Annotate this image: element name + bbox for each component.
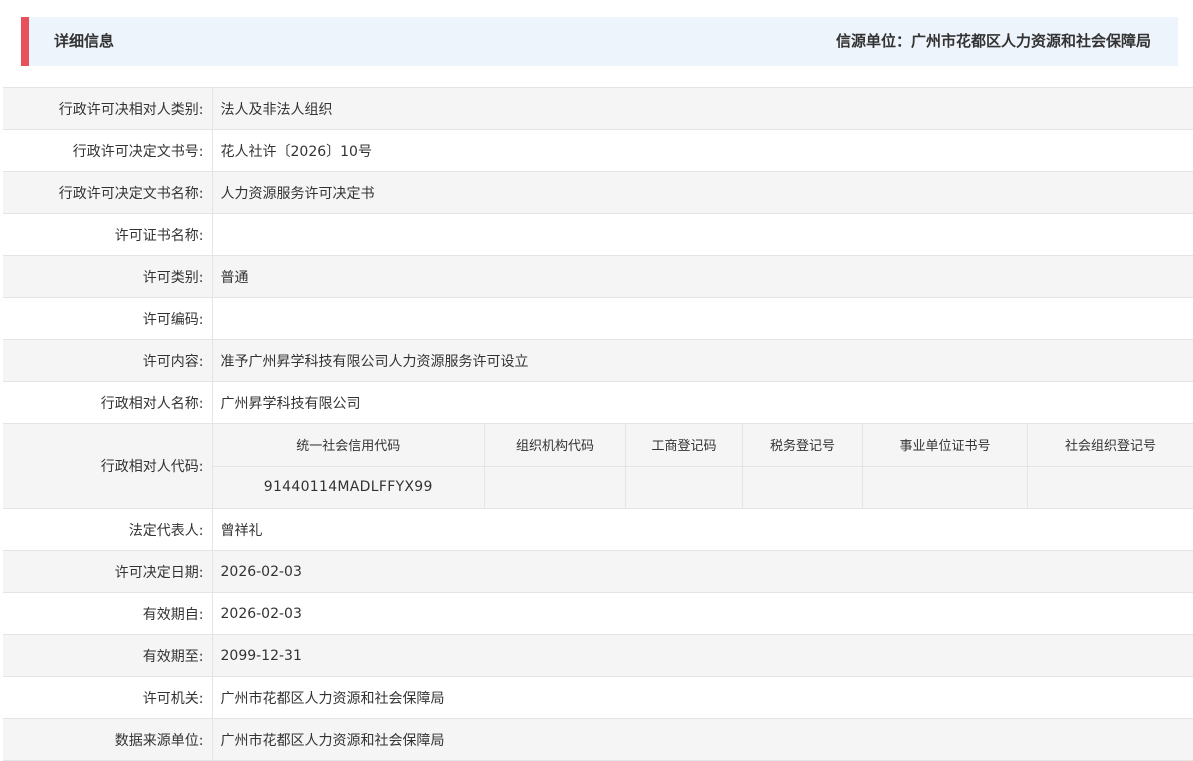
field-label: 许可机关: [3,676,213,719]
field-value: 普通 [212,255,1193,298]
field-value: 人力资源服务许可决定书 [212,171,1193,214]
field-label: 有效期自: [3,592,213,635]
field-label: 法定代表人: [3,508,213,551]
field-value: 广州市花都区人力资源和社会保障局 [212,676,1193,719]
code-cell: 统一社会信用代码 组织机构代码 工商登记码 税务登记号 事业单位证书号 社会组织… [212,423,1193,509]
code-table: 统一社会信用代码 组织机构代码 工商登记码 税务登记号 事业单位证书号 社会组织… [212,424,1193,508]
field-label: 行政许可决定文书号: [3,129,213,172]
field-label: 行政相对人名称: [3,381,213,424]
table-row: 许可内容: 准予广州昇学科技有限公司人力资源服务许可设立 [3,339,1193,382]
field-label: 数据来源单位: [3,718,213,761]
field-label: 行政相对人代码: [3,423,213,509]
table-row: 行政相对人名称: 广州昇学科技有限公司 [3,381,1193,424]
code-header: 统一社会信用代码 [212,424,485,467]
code-value [1027,465,1193,508]
field-label: 有效期至: [3,634,213,677]
field-value [212,213,1193,256]
field-value: 广州昇学科技有限公司 [212,381,1193,424]
detail-header: 详细信息 信源单位：广州市花都区人力资源和社会保障局 [21,17,1178,66]
table-row: 法定代表人: 曾祥礼 [3,508,1193,551]
field-value: 广州市花都区人力资源和社会保障局 [212,718,1193,761]
code-header-row: 统一社会信用代码 组织机构代码 工商登记码 税务登记号 事业单位证书号 社会组织… [212,424,1193,467]
table-row: 许可类别: 普通 [3,255,1193,298]
field-value: 准予广州昇学科技有限公司人力资源服务许可设立 [212,339,1193,382]
table-row: 许可机关: 广州市花都区人力资源和社会保障局 [3,676,1193,719]
header-accent-bar [21,17,29,66]
code-value [742,465,863,508]
field-label: 许可类别: [3,255,213,298]
field-label: 行政许可决定文书名称: [3,171,213,214]
field-label: 许可决定日期: [3,550,213,593]
field-label: 许可证书名称: [3,213,213,256]
table-row: 数据来源单位: 广州市花都区人力资源和社会保障局 [3,718,1193,761]
code-value-row: 91440114MADLFFYX99 [212,465,1193,508]
field-value: 2026-02-03 [212,592,1193,635]
code-value [484,465,626,508]
table-row-codes: 行政相对人代码: 统一社会信用代码 组织机构代码 工商登记码 税务登记号 事业单… [3,423,1193,509]
table-row: 许可证书名称: [3,213,1193,256]
header-title: 详细信息 [54,32,115,50]
code-header: 工商登记码 [625,424,743,467]
table-row: 有效期至: 2099-12-31 [3,634,1193,677]
field-label: 行政许可决相对人类别: [3,87,213,130]
detail-table: 行政许可决相对人类别: 法人及非法人组织 行政许可决定文书号: 花人社许〔202… [3,87,1193,761]
table-row: 行政许可决相对人类别: 法人及非法人组织 [3,87,1193,130]
table-row: 许可决定日期: 2026-02-03 [3,550,1193,593]
code-header: 组织机构代码 [484,424,626,467]
table-row: 行政许可决定文书名称: 人力资源服务许可决定书 [3,171,1193,214]
code-value [862,465,1028,508]
header-source-unit: 信源单位：广州市花都区人力资源和社会保障局 [835,32,1151,50]
code-header: 社会组织登记号 [1027,424,1193,467]
field-value: 2026-02-03 [212,550,1193,593]
code-value [625,465,743,508]
code-value: 91440114MADLFFYX99 [212,465,485,508]
field-label: 许可编码: [3,297,213,340]
code-header: 税务登记号 [742,424,863,467]
table-row: 行政许可决定文书号: 花人社许〔2026〕10号 [3,129,1193,172]
field-value: 曾祥礼 [212,508,1193,551]
field-value: 花人社许〔2026〕10号 [212,129,1193,172]
table-row: 许可编码: [3,297,1193,340]
field-value: 2099-12-31 [212,634,1193,677]
table-row: 有效期自: 2026-02-03 [3,592,1193,635]
code-header: 事业单位证书号 [862,424,1028,467]
field-label: 许可内容: [3,339,213,382]
field-value: 法人及非法人组织 [212,87,1193,130]
field-value [212,297,1193,340]
